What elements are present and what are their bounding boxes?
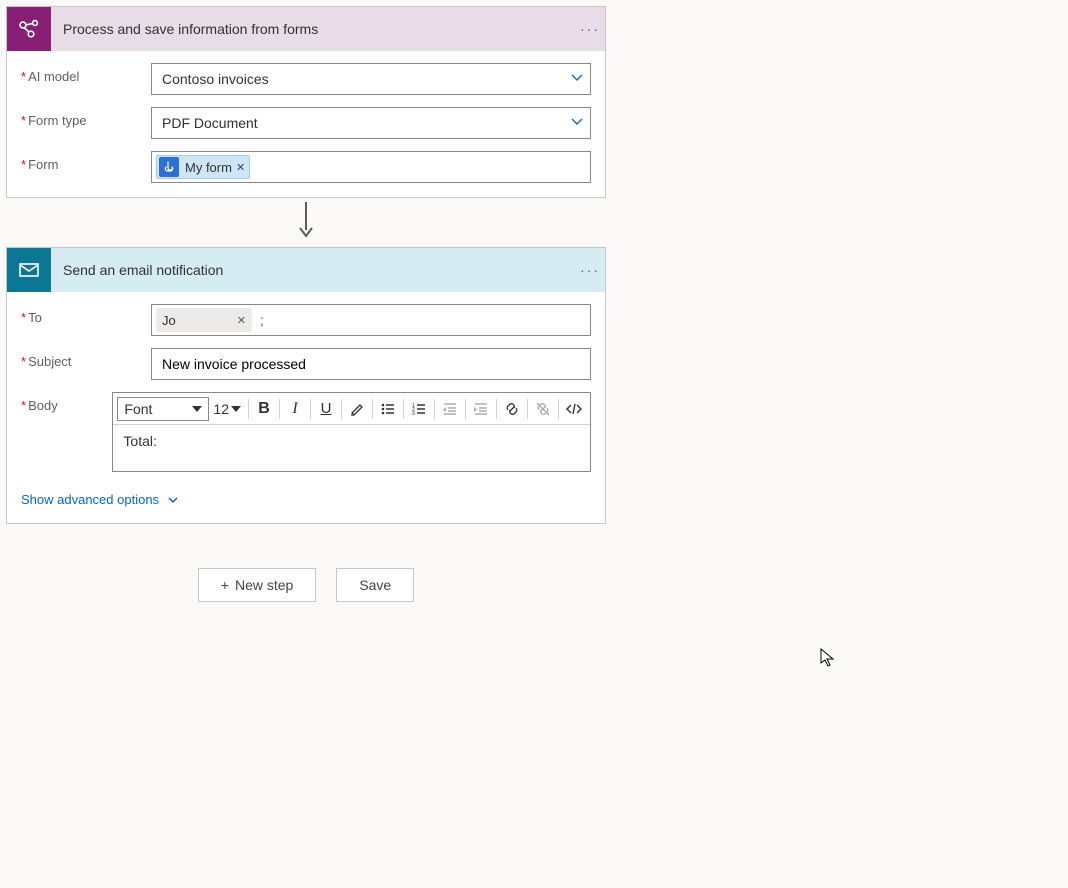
pill-remove[interactable]: ✕ [237,314,246,327]
card-menu-button[interactable]: ··· [575,262,605,278]
font-select[interactable]: Font [117,397,209,421]
link-button[interactable] [500,395,524,423]
body-editor: Font 12 B I U [112,392,591,472]
label-to: *To [21,304,151,325]
rte-toolbar: Font 12 B I U [113,393,590,425]
form-input[interactable]: My form ✕ [151,151,591,183]
plus-icon: + [221,577,229,593]
bullet-list-button[interactable] [376,395,400,423]
form-type-select[interactable]: PDF Document [151,107,591,139]
recipient-pill[interactable]: Jo ✕ [156,308,252,332]
mail-icon [7,248,51,292]
label-form-type: *Form type [21,107,151,128]
card-title: Send an email notification [51,262,575,278]
show-advanced-options[interactable]: Show advanced options [7,486,605,523]
code-view-button[interactable] [562,395,586,423]
svg-text:3: 3 [412,411,415,417]
underline-button[interactable]: U [314,395,338,423]
body-textarea[interactable]: Total: [113,425,590,471]
flow-arrow [6,198,606,247]
font-size-select[interactable]: 12 [213,401,241,417]
card-header[interactable]: Process and save information from forms … [7,7,605,51]
card-menu-button[interactable]: ··· [575,21,605,37]
label-ai-model: *AI model [21,63,151,84]
form-token[interactable]: My form ✕ [156,155,250,179]
step-card-send-email: Send an email notification ··· *To Jo ✕ … [6,247,606,524]
step-card-process-form: Process and save information from forms … [6,6,606,198]
label-body: *Body [21,392,112,413]
bold-button[interactable]: B [252,395,276,423]
numbered-list-button[interactable]: 123 [407,395,431,423]
highlight-button[interactable] [345,395,369,423]
touch-icon [159,157,179,177]
label-form: *Form [21,151,151,172]
indent-button [469,395,493,423]
unlink-button [531,395,555,423]
ai-builder-icon [7,7,51,51]
flow-actions: + New step Save [6,524,606,602]
ai-model-select[interactable]: Contoso invoices [151,63,591,95]
label-subject: *Subject [21,348,151,369]
mouse-cursor [820,648,836,671]
italic-button[interactable]: I [283,395,307,423]
card-title: Process and save information from forms [51,21,575,37]
new-step-button[interactable]: + New step [198,568,317,602]
chevron-down-icon [570,115,584,132]
token-remove[interactable]: ✕ [236,161,245,174]
chevron-down-icon [570,71,584,88]
to-input[interactable]: Jo ✕ ; [151,304,591,336]
card-header[interactable]: Send an email notification ··· [7,248,605,292]
save-button[interactable]: Save [336,568,414,602]
outdent-button [438,395,462,423]
subject-input[interactable] [151,348,591,380]
